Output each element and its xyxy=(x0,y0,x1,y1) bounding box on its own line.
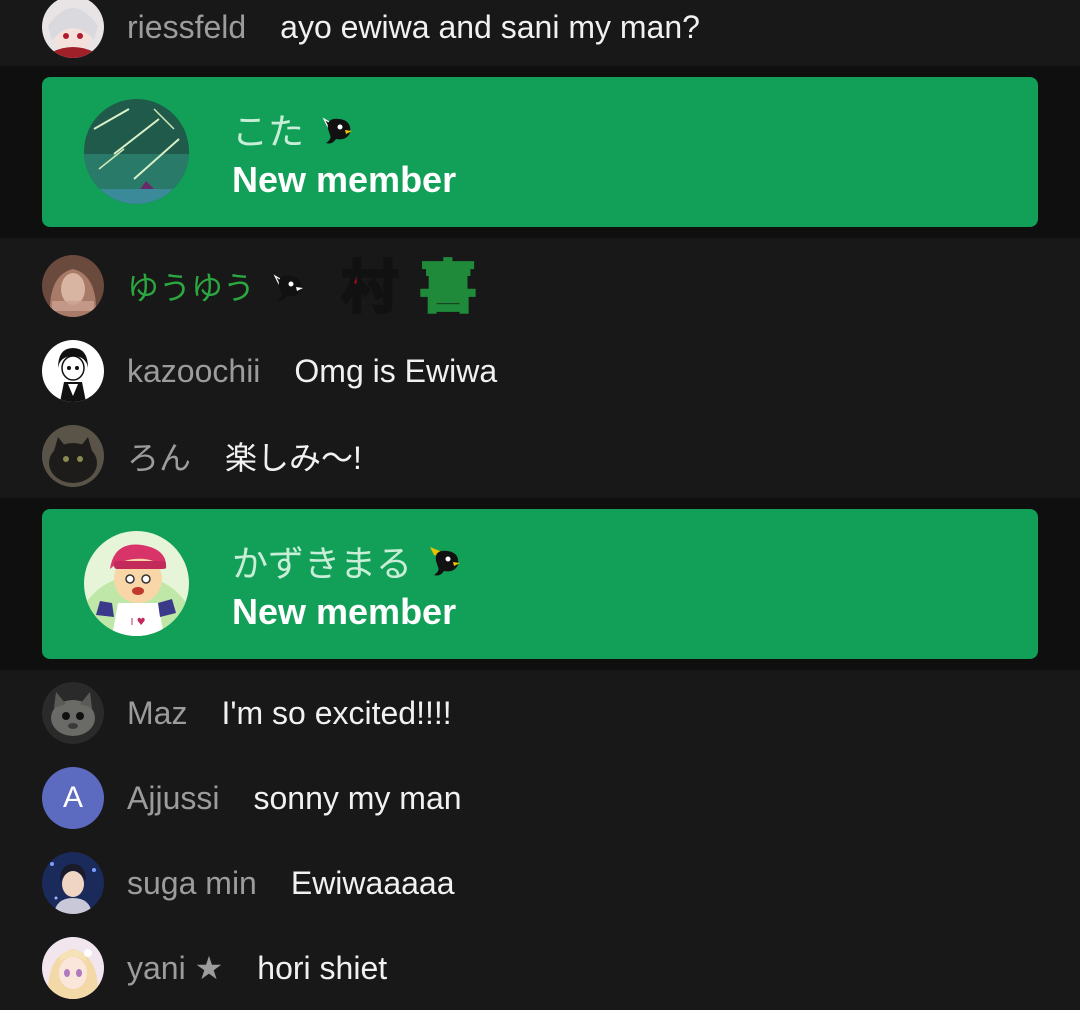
membership-card: I ♥ かずきまる New member xyxy=(42,509,1038,659)
membership-item: I ♥ かずきまる New member xyxy=(0,498,1080,670)
avatar[interactable] xyxy=(42,852,104,914)
author-name[interactable]: ゆうゆう xyxy=(127,263,255,309)
message-text: 楽しみ〜! xyxy=(225,440,362,476)
membership-title: New member xyxy=(232,591,457,632)
author-name[interactable]: yani ★ xyxy=(127,949,223,987)
message-text: ayo ewiwa and sani my man? xyxy=(280,8,700,45)
svg-text:村: 村 xyxy=(342,256,398,317)
avatar[interactable] xyxy=(42,682,104,744)
bird-badge-icon xyxy=(269,268,305,304)
message-text: sonny my man xyxy=(253,779,462,816)
membership-title: New member xyxy=(232,159,457,200)
message-text: I'm so excited!!!! xyxy=(221,694,452,731)
author-name[interactable]: Maz xyxy=(127,695,187,732)
chat-message: suga min Ewiwaaaaa xyxy=(0,841,1080,925)
svg-text:喜: 喜 xyxy=(420,256,476,317)
author-name[interactable]: suga min xyxy=(127,865,257,902)
author-name[interactable]: ろん xyxy=(127,433,191,479)
bird-badge-icon xyxy=(318,111,354,147)
chat-message: kazoochii Omg is Ewiwa xyxy=(0,329,1080,413)
avatar[interactable] xyxy=(42,425,104,487)
bird-badge-icon xyxy=(426,543,462,579)
avatar[interactable] xyxy=(42,340,104,402)
avatar[interactable] xyxy=(84,99,189,204)
member-name[interactable]: かずきまる xyxy=(232,535,412,587)
message-text: hori shiet xyxy=(257,949,388,986)
avatar[interactable]: A xyxy=(42,767,104,829)
chat-message: riessfeld ayo ewiwa and sani my man? xyxy=(0,0,1080,69)
member-name[interactable]: こた xyxy=(232,103,304,155)
avatar[interactable] xyxy=(42,255,104,317)
chat-message: ろん 楽しみ〜! xyxy=(0,414,1080,498)
author-name[interactable]: kazoochii xyxy=(127,353,260,390)
svg-text:I ♥: I ♥ xyxy=(130,617,145,628)
ki-emoji: 喜 xyxy=(417,255,479,317)
mura-emoji: 村 xyxy=(339,255,401,317)
author-name[interactable]: Ajjussi xyxy=(127,780,219,817)
live-chat-list: riessfeld ayo ewiwa and sani my man? こた … xyxy=(0,0,1080,1008)
chat-message: A Ajjussi sonny my man xyxy=(0,756,1080,840)
author-name[interactable]: riessfeld xyxy=(127,9,246,46)
chat-message: yani ★ hori shiet xyxy=(0,926,1080,1010)
avatar[interactable] xyxy=(42,0,104,58)
avatar-letter: A xyxy=(62,781,83,814)
avatar[interactable]: I ♥ xyxy=(84,531,189,636)
membership-card: こた New member xyxy=(42,77,1038,227)
avatar[interactable] xyxy=(42,937,104,999)
message-text: Ewiwaaaaa xyxy=(290,864,455,901)
chat-message: ゆうゆう 村 喜 xyxy=(0,244,1080,328)
membership-item: こた New member xyxy=(0,66,1080,238)
chat-message: Maz I'm so excited!!!! xyxy=(0,671,1080,755)
message-text: Omg is Ewiwa xyxy=(294,352,498,389)
